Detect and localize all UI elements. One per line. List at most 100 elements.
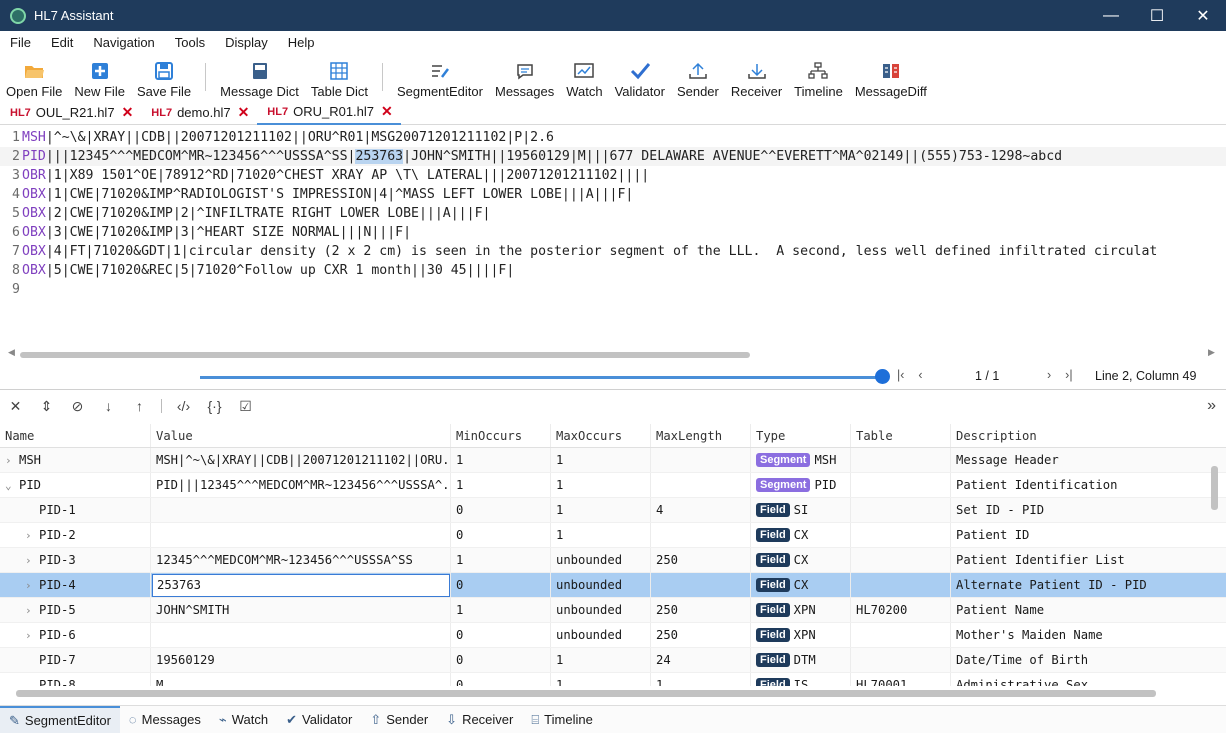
close-tab-icon[interactable]: ✕: [238, 104, 250, 121]
expand-chevron-icon[interactable]: ›: [25, 604, 39, 617]
braces-icon[interactable]: {·}: [199, 398, 230, 414]
table-row[interactable]: › PID-3 12345^^^MEDCOM^MR~123456^^^USSSA^S…: [0, 548, 1226, 573]
value-edit-input[interactable]: 253763: [152, 573, 450, 597]
menu-file[interactable]: File: [0, 35, 41, 50]
bottom-tab-receiver[interactable]: ⇩ Receiver: [437, 706, 522, 733]
value-cell[interactable]: [151, 623, 451, 647]
name-cell[interactable]: › PID-6: [0, 623, 151, 647]
scroll-right-icon[interactable]: ▶: [1208, 347, 1215, 358]
scroll-left-icon[interactable]: ◀: [8, 347, 15, 358]
bottom-tab-messages[interactable]: ◌ Messages: [120, 706, 210, 733]
expand-chevron-icon[interactable]: ›: [5, 454, 19, 467]
move-down-icon[interactable]: ↓: [93, 398, 124, 414]
table-row[interactable]: › PID-5 JOHN^SMITH 1 unbounded 250 Field XPN HL7…: [0, 598, 1226, 623]
table-row[interactable]: ⌄ PID PID|||12345^^^MEDCOM^MR~123456^^^USS…: [0, 473, 1226, 498]
column-header-description[interactable]: Description: [951, 424, 1216, 447]
expand-chevron-icon[interactable]: ›: [25, 629, 39, 642]
validator-button[interactable]: Validator: [609, 55, 671, 99]
table-row[interactable]: › PID-6 0 unbounded 250 Field XPN Mother's Maid…: [0, 623, 1226, 648]
table-row[interactable]: › MSH MSH|^~\&|XRAY||CDB||20071201211102||…: [0, 448, 1226, 473]
new-file-button[interactable]: New File: [68, 55, 131, 99]
close-window-button[interactable]: ✕: [1180, 0, 1226, 31]
bottom-tab-timeline[interactable]: ⌸ Timeline: [522, 706, 601, 733]
value-cell[interactable]: MSH|^~\&|XRAY||CDB||20071201211102||ORU.…: [151, 448, 451, 472]
expand-chevron-icon[interactable]: ›: [25, 529, 39, 542]
table-row[interactable]: PID-7 19560129 0 1 24 Field DTM Date/Time of Bi…: [0, 648, 1226, 673]
column-header-maxlength[interactable]: MaxLength: [651, 424, 751, 447]
menu-navigation[interactable]: Navigation: [83, 35, 164, 50]
value-cell[interactable]: 253763: [151, 573, 451, 597]
clipboard-check-icon[interactable]: ☑: [230, 398, 261, 415]
name-cell[interactable]: › PID-5: [0, 598, 151, 622]
bottom-tab-segmenteditor[interactable]: ✎ SegmentEditor: [0, 705, 120, 733]
previous-page-icon[interactable]: ‹: [918, 368, 922, 382]
first-page-icon[interactable]: |‹: [897, 368, 904, 382]
close-tab-icon[interactable]: ✕: [122, 104, 134, 121]
minimize-button[interactable]: —: [1088, 0, 1134, 31]
bottom-tab-validator[interactable]: ✔ Validator: [277, 706, 361, 733]
name-cell[interactable]: › PID-3: [0, 548, 151, 572]
value-cell[interactable]: 12345^^^MEDCOM^MR~123456^^^USSSA^SS: [151, 548, 451, 572]
open-file-button[interactable]: Open File: [0, 55, 68, 99]
grid-horizontal-scrollbar[interactable]: [10, 690, 1210, 698]
hl7-text-editor[interactable]: 1 MSH|^~\&|XRAY||CDB||20071201211102||ORU…: [0, 128, 1226, 348]
scrollbar-thumb[interactable]: [16, 690, 1156, 697]
tab-oru-r01[interactable]: HL7 ORU_R01.hl7 ✕: [257, 100, 401, 125]
table-row[interactable]: PID-1 0 1 4 Field SI Set ID - PID: [0, 498, 1226, 523]
value-cell[interactable]: PID|||12345^^^MEDCOM^MR~123456^^^USSSA^.…: [151, 473, 451, 497]
value-cell[interactable]: [151, 498, 451, 522]
menu-display[interactable]: Display: [215, 35, 278, 50]
value-cell[interactable]: 19560129: [151, 648, 451, 672]
watch-button[interactable]: Watch: [560, 55, 608, 99]
menu-edit[interactable]: Edit: [41, 35, 83, 50]
save-file-button[interactable]: Save File: [131, 55, 197, 99]
name-cell[interactable]: PID-7: [0, 648, 151, 672]
messages-button[interactable]: Messages: [489, 55, 560, 99]
column-header-value[interactable]: Value: [151, 424, 451, 447]
move-up-icon[interactable]: ↑: [124, 398, 155, 414]
table-row[interactable]: › PID-4 253763 0 unbounded Field CX Alternate P…: [0, 573, 1226, 598]
slider-knob[interactable]: [875, 369, 890, 384]
close-tab-icon[interactable]: ✕: [381, 103, 393, 120]
value-cell[interactable]: JOHN^SMITH: [151, 598, 451, 622]
name-cell[interactable]: › PID-2: [0, 523, 151, 547]
timeline-button[interactable]: Timeline: [788, 55, 849, 99]
sender-button[interactable]: Sender: [671, 55, 725, 99]
expand-chevron-icon[interactable]: ›: [25, 554, 39, 567]
column-header-name[interactable]: Name: [0, 424, 151, 447]
next-page-icon[interactable]: ›: [1047, 368, 1051, 382]
grid-vertical-scrollbar[interactable]: [1211, 444, 1219, 684]
column-header-table[interactable]: Table: [851, 424, 951, 447]
editor-horizontal-scrollbar[interactable]: ◀ ▶: [8, 347, 1218, 360]
name-cell[interactable]: › PID-4: [0, 573, 151, 597]
code-view-icon[interactable]: ‹/›: [168, 398, 199, 414]
message-dict-button[interactable]: Message Dict: [214, 55, 305, 99]
collapse-all-icon[interactable]: ✕: [0, 398, 31, 415]
value-cell[interactable]: M: [151, 673, 451, 686]
table-row[interactable]: PID-8 M 0 1 1 Field IS HL70001 Administrative Se…: [0, 673, 1226, 686]
name-cell[interactable]: › MSH: [0, 448, 151, 472]
tab-demo[interactable]: HL7 demo.hl7 ✕: [141, 100, 257, 125]
menu-tools[interactable]: Tools: [165, 35, 215, 50]
expand-chevron-icon[interactable]: ⌄: [5, 479, 19, 492]
scrollbar-thumb[interactable]: [1211, 466, 1218, 510]
name-cell[interactable]: ⌄ PID: [0, 473, 151, 497]
panel-expand-icon[interactable]: »: [1207, 397, 1216, 415]
expand-all-icon[interactable]: ⇕: [31, 398, 62, 415]
bottom-tab-watch[interactable]: ⌁ Watch: [210, 706, 277, 733]
name-cell[interactable]: PID-8: [0, 673, 151, 686]
scrollbar-thumb[interactable]: [20, 352, 750, 358]
receiver-button[interactable]: Receiver: [725, 55, 788, 99]
tab-oul-r21[interactable]: HL7 OUL_R21.hl7 ✕: [0, 100, 141, 125]
clear-filter-icon[interactable]: ⊘: [62, 398, 93, 415]
column-header-minoccurs[interactable]: MinOccurs: [451, 424, 551, 447]
menu-help[interactable]: Help: [278, 35, 325, 50]
column-header-type[interactable]: Type: [751, 424, 851, 447]
expand-chevron-icon[interactable]: ›: [25, 579, 39, 592]
table-row[interactable]: › PID-2 0 1 Field CX Patient ID: [0, 523, 1226, 548]
name-cell[interactable]: PID-1: [0, 498, 151, 522]
panel-divider[interactable]: [0, 389, 1226, 390]
message-diff-button[interactable]: MessageDiff: [849, 55, 933, 99]
maximize-button[interactable]: ☐: [1134, 0, 1180, 31]
segment-editor-button[interactable]: SegmentEditor: [391, 55, 489, 99]
